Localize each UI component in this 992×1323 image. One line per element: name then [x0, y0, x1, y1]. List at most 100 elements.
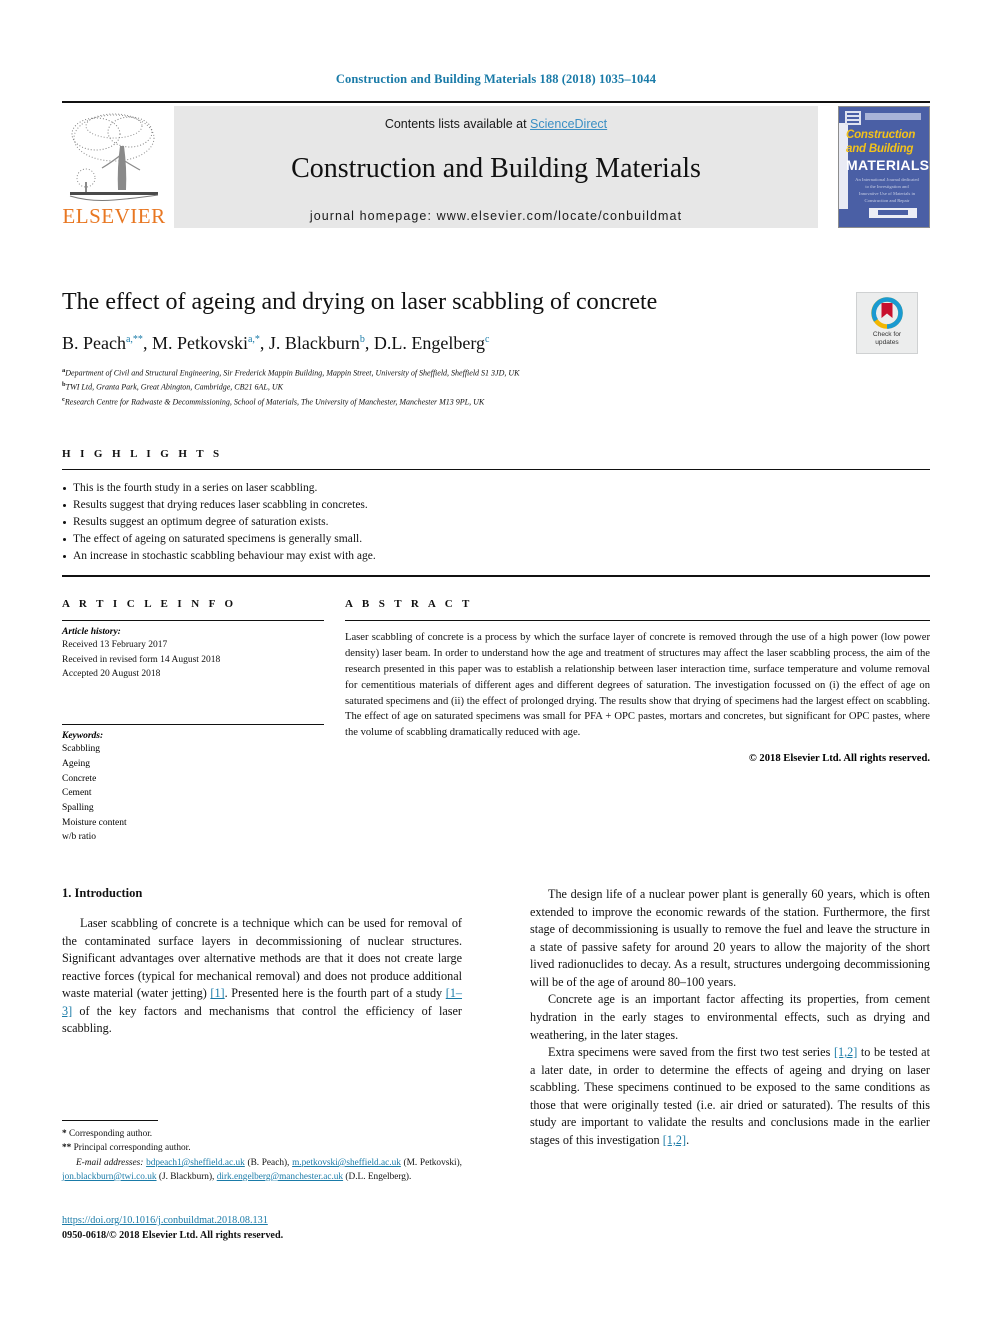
affiliation-item: cResearch Centre for Radwaste & Decommis… — [62, 396, 485, 407]
highlight-item: Results suggest that drying reduces lase… — [62, 497, 930, 514]
cover-publisher-mark-icon — [845, 111, 861, 125]
doi-block: https://doi.org/10.1016/j.conbuildmat.20… — [62, 1214, 462, 1244]
footnote-corresponding-text: Corresponding author. — [68, 1129, 153, 1139]
article-history-item: Accepted 20 August 2018 — [62, 669, 161, 680]
highlight-item: An increase in stochastic scabbling beha… — [62, 548, 930, 565]
masthead-top-rule — [62, 101, 930, 103]
abstract-copyright: © 2018 Elsevier Ltd. All rights reserved… — [748, 753, 930, 765]
affiliation-item: aDepartment of Civil and Structural Engi… — [62, 366, 520, 378]
crossmark-label: Check for updates — [873, 331, 901, 347]
article-history-list: Received 13 February 2017 Received in rev… — [62, 638, 324, 682]
article-history-item: Received 13 February 2017 — [62, 640, 168, 650]
highlight-item: The effect of ageing on saturated specim… — [62, 531, 930, 548]
highlight-item: This is the fourth study in a series on … — [62, 480, 930, 497]
cover-footer-logo — [869, 208, 917, 218]
citation-link[interactable]: [1,2] — [834, 1045, 857, 1059]
cover-title-line2: and Building — [846, 143, 914, 155]
intro-left-paragraphs: Laser scabbling of concrete is a techniq… — [62, 915, 462, 1038]
abstract-label: A B S T R A C T — [345, 598, 473, 610]
body-paragraph: Extra specimens were saved from the firs… — [530, 1045, 930, 1147]
journal-homepage-line[interactable]: journal homepage: www.elsevier.com/locat… — [310, 209, 682, 223]
email-addresses-block: E-mail addresses: bdpeach1@sheffield.ac.… — [62, 1157, 462, 1185]
keyword-item: Moisture content — [62, 817, 127, 828]
affiliation-marker: b — [62, 381, 66, 389]
article-info-rule — [62, 620, 324, 621]
author-affiliation-marker: a,* — [247, 333, 260, 345]
author-name: B. Peach — [62, 332, 126, 353]
author-name: J. Blackburn — [268, 332, 360, 353]
journal-article-page: Construction and Building Materials 188 … — [0, 0, 992, 1323]
running-head: Construction and Building Materials 188 … — [335, 72, 657, 86]
affiliation-marker: c — [62, 396, 65, 404]
crossmark-line1: Check for — [872, 331, 902, 338]
keywords-rule — [62, 724, 324, 726]
abstract-text: Laser scabbling of concrete is a process… — [345, 632, 930, 739]
crossmark-icon — [871, 297, 903, 329]
email-owner: (M. Petkovski), — [400, 1157, 463, 1168]
author-name: D.L. Engelberg — [373, 332, 486, 353]
keywords-label: Keywords: — [62, 731, 104, 742]
footnote-rule — [62, 1120, 158, 1121]
keyword-item: w/b ratio — [62, 832, 97, 843]
body-column-left: 1. Introduction Laser scabbling of concr… — [62, 886, 462, 1038]
email-owner: (D.L. Engelberg). — [343, 1171, 412, 1182]
author-list: B. Peacha,**, M. Petkovskia,*, J. Blackb… — [62, 332, 490, 353]
highlight-item: Results suggest an optimum degree of sat… — [62, 514, 930, 531]
affiliation-list: aDepartment of Civil and Structural Engi… — [62, 366, 862, 410]
author-affiliation-marker: b — [359, 333, 365, 345]
keyword-item: Spalling — [62, 803, 94, 814]
contents-available-line: Contents lists available at ScienceDirec… — [385, 117, 607, 131]
email-link[interactable]: m.petkovski@sheffield.ac.uk — [292, 1158, 401, 1168]
abstract-section: A B S T R A C T Laser scabbling of concr… — [345, 598, 930, 764]
page-title: The effect of ageing and drying on laser… — [62, 289, 658, 315]
email-link[interactable]: bdpeach1@sheffield.ac.uk — [146, 1158, 245, 1168]
email-owner: (B. Peach), — [244, 1157, 293, 1168]
highlights-section: H I G H L I G H T S This is the fourth s… — [62, 448, 930, 578]
author-name: M. Petkovski — [151, 332, 248, 353]
intro-right-paragraphs: The design life of a nuclear power plant… — [530, 886, 930, 1149]
elsevier-wordmark: ELSEVIER — [62, 204, 166, 228]
cover-title-line3: MATERIALS — [846, 157, 930, 173]
affiliation-item: bTWI Ltd, Granta Park, Great Abington, C… — [62, 381, 283, 393]
journal-masthead: ELSEVIER Contents lists available at Sci… — [62, 106, 930, 228]
crossmark-line2: updates — [875, 339, 899, 347]
footnote-corresponding-marker: * — [62, 1129, 67, 1139]
journal-title: Construction and Building Materials — [291, 153, 701, 184]
highlights-label: H I G H L I G H T S — [62, 448, 223, 460]
keywords-list: Scabbling Ageing Concrete Cement Spalling Moi… — [62, 742, 324, 845]
highlights-top-rule — [62, 469, 930, 470]
author-affiliation-marker: a,** — [125, 333, 143, 345]
email-addresses-label: E-mail addresses: — [76, 1157, 147, 1168]
citation-link[interactable]: [1–3] — [62, 986, 462, 1018]
citation-link[interactable]: [1,2] — [663, 1133, 686, 1147]
email-link[interactable]: jon.blackburn@twi.co.uk — [62, 1172, 157, 1182]
footnote-principal-text: Principal corresponding author. — [73, 1142, 191, 1153]
journal-cover-thumbnail[interactable]: Construction and Building MATERIALS An I… — [838, 106, 930, 228]
contents-prefix: Contents lists available at — [384, 117, 531, 131]
affiliation-marker: a — [62, 366, 66, 374]
elsevier-logo[interactable]: ELSEVIER — [62, 106, 166, 228]
sciencedirect-link[interactable]: ScienceDirect — [530, 117, 607, 131]
keyword-item: Cement — [62, 788, 92, 799]
keyword-item: Ageing — [62, 758, 90, 769]
journal-band: Contents lists available at ScienceDirec… — [174, 106, 818, 228]
elsevier-tree-icon — [69, 113, 159, 201]
author-affiliation-marker: c — [485, 333, 490, 345]
keyword-item: Scabbling — [62, 744, 100, 755]
crossmark-badge[interactable]: Check for updates — [856, 292, 918, 354]
citation-link[interactable]: [1] — [210, 986, 224, 1000]
email-link[interactable]: dirk.engelberg@manchester.ac.uk — [217, 1172, 343, 1182]
body-paragraph: Concrete age is an important factor affe… — [530, 992, 930, 1042]
doi-link[interactable]: https://doi.org/10.1016/j.conbuildmat.20… — [62, 1215, 268, 1226]
email-owner: (J. Blackburn), — [156, 1171, 217, 1182]
cover-blurb: An International Journal dedicated to th… — [855, 177, 919, 203]
article-history-item: Received in revised form 14 August 2018 — [62, 654, 221, 665]
abstract-rule — [345, 620, 930, 621]
article-title-block: The effect of ageing and drying on laser… — [62, 288, 862, 410]
highlights-list: This is the fourth study in a series on … — [62, 480, 930, 565]
footnotes-block: * Corresponding author. ** Principal cor… — [62, 1128, 462, 1185]
article-history-label: Article history: — [62, 627, 121, 637]
section-heading-introduction: 1. Introduction — [62, 886, 143, 900]
article-info-label: A R T I C L E I N F O — [62, 598, 237, 610]
cover-title-line1: Construction — [846, 129, 916, 141]
